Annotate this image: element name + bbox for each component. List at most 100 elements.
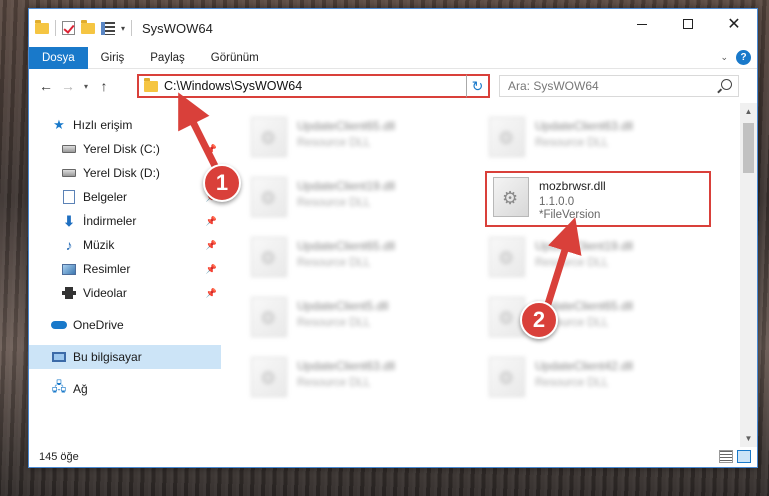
file-name: UpdateClient5.dll — [297, 299, 389, 313]
scroll-down-icon[interactable]: ▼ — [740, 430, 757, 447]
file-name: UpdateClient65.dll — [297, 119, 396, 133]
sidebar-item-pictures[interactable]: Resimler 📌 — [29, 257, 221, 281]
sidebar-item-label: Yerel Disk (D:) — [83, 166, 160, 180]
dll-file-icon — [251, 177, 287, 217]
file-description: Resource DLL — [297, 257, 371, 269]
properties-check-icon[interactable] — [62, 21, 75, 35]
maximize-icon — [683, 19, 693, 29]
scroll-up-icon[interactable]: ▲ — [740, 103, 757, 120]
search-placeholder: Ara: SysWOW64 — [508, 79, 599, 93]
refresh-icon: ↻ — [471, 77, 484, 94]
tab-share[interactable]: Paylaş — [137, 47, 198, 69]
item-count: 145 öğe — [39, 451, 79, 463]
help-icon[interactable]: ? — [736, 50, 751, 65]
pin-icon[interactable]: 📌 — [206, 216, 217, 227]
file-description: Resource DLL — [535, 257, 609, 269]
up-arrow-icon[interactable]: ↑ — [93, 78, 115, 94]
sidebar-item-videos[interactable]: Videolar 📌 — [29, 281, 221, 305]
file-name: UpdateClient63.dll — [535, 119, 634, 133]
tiles-view-icon[interactable] — [737, 450, 751, 463]
disk-icon — [61, 142, 77, 156]
sidebar-item-local-disk-d[interactable]: Yerel Disk (D:) 📌 — [29, 161, 221, 185]
sidebar-item-local-disk-c[interactable]: Yerel Disk (C:) 📌 — [29, 137, 221, 161]
close-button[interactable]: ✕ — [711, 9, 757, 39]
address-path[interactable]: C:\Windows\SysWOW64 — [164, 79, 470, 93]
customize-toolbar-chevron-icon[interactable]: ▾ — [121, 24, 125, 33]
sidebar-item-this-pc[interactable]: Bu bilgisayar — [29, 345, 221, 369]
file-description: Resource DLL — [297, 377, 371, 389]
folder-icon — [144, 77, 158, 92]
network-icon: 🖧 — [51, 379, 67, 394]
file-tile[interactable]: UpdateClient63.dll Resource DLL — [251, 357, 481, 407]
properties-icon[interactable] — [101, 21, 115, 35]
file-version: 1.1.0.0 — [539, 196, 575, 208]
sidebar-item-label: Bu bilgisayar — [73, 350, 142, 364]
sidebar-item-label: Ağ — [73, 382, 88, 396]
file-tile[interactable]: UpdateClient42.dll Resource DLL — [489, 357, 719, 407]
back-arrow-icon[interactable]: ← — [35, 78, 57, 94]
file-tile[interactable]: UpdateClient19.dll Resource DLL — [251, 177, 481, 227]
explorer-window: ▾ SysWOW64 ✕ Dosya Giriş Paylaş Görünüm … — [28, 8, 758, 468]
sidebar-item-label: OneDrive — [73, 318, 124, 332]
dll-file-icon — [251, 357, 287, 397]
pin-icon[interactable]: 📌 — [206, 264, 217, 275]
search-input[interactable]: Ara: SysWOW64 — [499, 75, 739, 97]
sidebar-item-documents[interactable]: Belgeler 📌 — [29, 185, 221, 209]
details-view-icon[interactable] — [719, 450, 733, 463]
sidebar-item-onedrive[interactable]: OneDrive — [29, 313, 221, 337]
file-name: UpdateClient63.dll — [297, 359, 396, 373]
minimize-button[interactable] — [619, 9, 665, 39]
file-tile-mozbrwsr-dll[interactable]: mozbrwsr.dll 1.1.0.0 *FileVersion — [485, 171, 711, 227]
file-tile[interactable]: UpdateClient65.dll Resource DLL — [251, 237, 481, 287]
sidebar-item-label: Belgeler — [83, 190, 128, 204]
folder-icon — [35, 19, 49, 34]
tab-home[interactable]: Giriş — [88, 47, 138, 69]
sidebar-item-label: İndirmeler — [83, 214, 137, 228]
star-icon: ★ — [53, 117, 65, 132]
divider — [55, 20, 56, 36]
address-bar[interactable]: C:\Windows\SysWOW64 ⌄ — [137, 74, 490, 98]
recent-locations-chevron-icon[interactable]: ▾ — [79, 82, 93, 91]
pictures-icon — [61, 262, 77, 276]
file-name: UpdateClient42.dll — [535, 359, 634, 373]
scroll-thumb[interactable] — [743, 123, 754, 173]
refresh-button[interactable]: ↻ — [466, 74, 490, 98]
file-tile[interactable]: UpdateClient5.dll Resource DLL — [251, 297, 481, 347]
file-tile[interactable]: UpdateClient19.dll Resource DLL — [489, 237, 719, 287]
file-tile[interactable]: UpdateClient65.dll Resource DLL — [251, 117, 481, 167]
sidebar-item-label: Videolar — [83, 286, 127, 300]
file-description: Resource DLL — [535, 377, 609, 389]
content-area: ★ Hızlı erişim Yerel Disk (C:) 📌 Yerel D… — [29, 103, 757, 447]
expand-ribbon-chevron-icon[interactable]: ⌄ — [720, 52, 728, 63]
sidebar-item-downloads[interactable]: ⬇ İndirmeler 📌 — [29, 209, 221, 233]
tab-file[interactable]: Dosya — [29, 46, 88, 69]
sidebar-item-quick-access[interactable]: ★ Hızlı erişim — [29, 113, 221, 137]
file-description: Resource DLL — [297, 137, 371, 149]
dll-file-icon — [489, 117, 525, 157]
pin-icon[interactable]: 📌 — [206, 144, 217, 155]
new-folder-icon[interactable] — [81, 19, 95, 34]
document-icon — [61, 190, 77, 204]
pin-icon[interactable]: 📌 — [206, 240, 217, 251]
tab-view[interactable]: Görünüm — [198, 47, 272, 69]
file-version-label: *FileVersion — [539, 209, 601, 221]
search-icon[interactable] — [721, 79, 732, 90]
callout-badge-1: 1 — [203, 164, 241, 202]
close-icon: ✕ — [727, 16, 741, 33]
vertical-scrollbar[interactable]: ▲ ▼ — [740, 103, 757, 447]
file-tile[interactable]: UpdateClient63.dll Resource DLL — [489, 117, 719, 167]
file-list: UpdateClient65.dll Resource DLL UpdateCli… — [221, 103, 757, 447]
cloud-icon — [51, 318, 67, 332]
file-name: UpdateClient19.dll — [297, 179, 396, 193]
sidebar-item-label: Yerel Disk (C:) — [83, 142, 160, 156]
callout-badge-2: 2 — [520, 301, 558, 339]
sidebar-item-music[interactable]: ♪ Müzik 📌 — [29, 233, 221, 257]
maximize-button[interactable] — [665, 9, 711, 39]
status-bar: 145 öğe — [29, 447, 757, 467]
sidebar-item-network[interactable]: 🖧 Ağ — [29, 377, 221, 401]
forward-arrow-icon[interactable]: → — [57, 78, 79, 94]
pin-icon[interactable]: 📌 — [206, 288, 217, 299]
file-description: Resource DLL — [297, 317, 371, 329]
